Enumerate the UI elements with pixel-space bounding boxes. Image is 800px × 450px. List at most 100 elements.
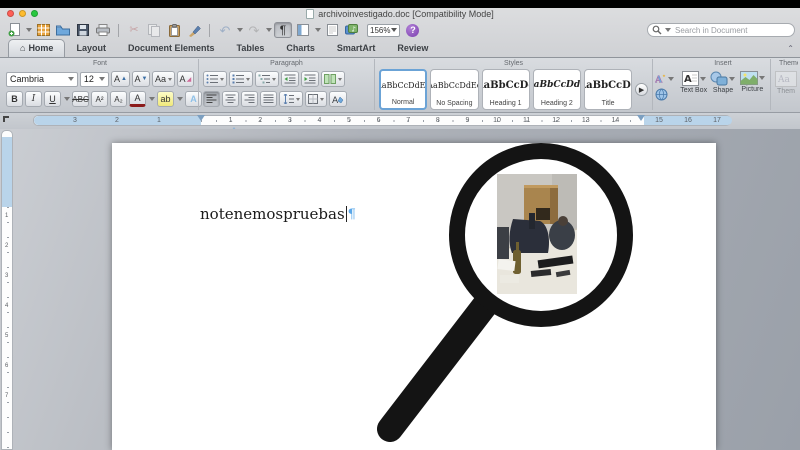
insert-text-box-button[interactable]: A Text Box bbox=[680, 71, 707, 94]
styles-more-button[interactable]: ▶ bbox=[635, 83, 648, 96]
ribbon-collapse-chevron[interactable]: ⌃ bbox=[787, 44, 794, 53]
underline-button[interactable]: U bbox=[44, 91, 61, 107]
tab-label: Document Elements bbox=[128, 43, 215, 53]
tab-smartart[interactable]: SmartArt bbox=[326, 40, 387, 57]
columns-button[interactable] bbox=[321, 71, 345, 87]
multilevel-list-button[interactable] bbox=[255, 71, 279, 87]
media-browser-button[interactable]: ♪ bbox=[343, 22, 361, 38]
line-spacing-button[interactable] bbox=[279, 91, 303, 107]
style-sample: AaBbCcDdEe bbox=[431, 70, 477, 100]
svg-text:A: A bbox=[332, 96, 339, 105]
ruler-number: 11 bbox=[523, 117, 530, 124]
print-button[interactable] bbox=[94, 22, 112, 38]
cut-button[interactable]: ✂ bbox=[125, 22, 143, 38]
style-name: Title bbox=[585, 100, 631, 109]
undo-dropdown[interactable] bbox=[237, 28, 243, 32]
wordart-button[interactable]: A bbox=[655, 73, 674, 85]
copy-icon bbox=[148, 24, 160, 37]
change-case-button[interactable]: Aa bbox=[152, 71, 174, 87]
strikethrough-button[interactable]: ABC bbox=[72, 91, 89, 107]
subscript-button[interactable]: A₂ bbox=[110, 91, 127, 107]
themes-button[interactable]: Aa Them bbox=[775, 71, 797, 95]
tab-layout[interactable]: Layout bbox=[65, 40, 117, 57]
tab-charts[interactable]: Charts bbox=[275, 40, 326, 57]
font-color-button[interactable]: A bbox=[129, 91, 146, 107]
page-layout-button[interactable] bbox=[323, 22, 341, 38]
redo-dropdown[interactable] bbox=[266, 28, 272, 32]
paste-clipboard-icon bbox=[169, 24, 180, 37]
manage-styles-button[interactable] bbox=[655, 88, 674, 106]
tab-review[interactable]: Review bbox=[386, 40, 439, 57]
minimize-window-button[interactable] bbox=[19, 10, 26, 17]
insert-picture-button[interactable]: Picture bbox=[739, 71, 766, 93]
insert-group-label: Insert bbox=[676, 60, 770, 67]
underline-dropdown[interactable] bbox=[64, 97, 70, 101]
font-size-select[interactable]: 12 bbox=[80, 72, 109, 87]
paste-button[interactable] bbox=[165, 22, 183, 38]
numbered-list-button[interactable] bbox=[229, 71, 253, 87]
new-document-dropdown[interactable] bbox=[26, 28, 32, 32]
format-painter-button[interactable] bbox=[185, 22, 203, 38]
style-heading-1[interactable]: AaBbCcDd Heading 1 bbox=[482, 69, 530, 110]
grow-font-button[interactable]: A▲ bbox=[111, 71, 130, 87]
sidebar-view-dropdown[interactable] bbox=[315, 28, 321, 32]
font-color-dropdown[interactable] bbox=[149, 97, 155, 101]
italic-button[interactable]: I bbox=[25, 91, 42, 107]
shading-button[interactable]: A bbox=[329, 91, 347, 107]
style-no-spacing[interactable]: AaBbCcDdEe No Spacing bbox=[430, 69, 478, 110]
search-input[interactable] bbox=[673, 25, 790, 36]
highlight-dropdown[interactable] bbox=[177, 97, 183, 101]
font-group-label: Font bbox=[2, 60, 198, 67]
search-box[interactable] bbox=[647, 23, 795, 37]
clear-formatting-button[interactable]: A◢ bbox=[177, 71, 194, 87]
shrink-font-button[interactable]: A▼ bbox=[132, 71, 151, 87]
undo-button[interactable]: ↶ bbox=[216, 22, 234, 38]
decrease-indent-button[interactable] bbox=[281, 71, 299, 87]
style-normal[interactable]: AaBbCcDdEe Normal bbox=[379, 69, 427, 110]
insert-shape-button[interactable]: Shape bbox=[709, 71, 736, 94]
wordart-icon: A bbox=[655, 73, 667, 85]
zoom-window-button[interactable] bbox=[31, 10, 38, 17]
ruler-number: 6 bbox=[377, 117, 381, 124]
copy-button[interactable] bbox=[145, 22, 163, 38]
align-center-button[interactable] bbox=[222, 91, 239, 107]
justify-icon bbox=[263, 94, 274, 104]
style-title[interactable]: AaBbCcDd Title bbox=[584, 69, 632, 110]
font-family-select[interactable]: Cambria bbox=[6, 72, 78, 87]
style-heading-2[interactable]: AaBbCcDdE Heading 2 bbox=[533, 69, 581, 110]
bold-button[interactable]: B bbox=[6, 91, 23, 107]
help-button[interactable]: ? bbox=[406, 24, 419, 37]
superscript-button[interactable]: A² bbox=[91, 91, 108, 107]
tab-stop-selector[interactable] bbox=[2, 115, 12, 125]
sidebar-view-button[interactable] bbox=[294, 22, 312, 38]
tab-document-elements[interactable]: Document Elements bbox=[117, 40, 226, 57]
tab-home[interactable]: ⌂Home bbox=[8, 39, 65, 57]
align-left-button[interactable] bbox=[203, 91, 220, 107]
ruler-number: 17 bbox=[713, 117, 721, 124]
save-button[interactable] bbox=[74, 22, 92, 38]
tab-tables[interactable]: Tables bbox=[226, 40, 276, 57]
close-window-button[interactable] bbox=[7, 10, 14, 17]
align-right-button[interactable] bbox=[241, 91, 258, 107]
undo-icon: ↶ bbox=[220, 24, 231, 37]
open-button[interactable] bbox=[54, 22, 72, 38]
search-scope-dropdown[interactable] bbox=[665, 28, 671, 32]
horizontal-ruler[interactable]: 3211234567891011121314151617 bbox=[33, 115, 731, 126]
zoom-dropdown[interactable] bbox=[391, 28, 397, 32]
highlight-button[interactable]: ab bbox=[157, 91, 174, 107]
first-line-indent-marker[interactable] bbox=[197, 115, 205, 121]
justify-button[interactable] bbox=[260, 91, 277, 107]
magnifier-clipart[interactable] bbox=[0, 129, 800, 450]
new-document-button[interactable] bbox=[5, 22, 23, 38]
show-paragraph-marks-button[interactable]: ¶ bbox=[274, 22, 292, 38]
right-indent-marker[interactable] bbox=[637, 115, 645, 121]
tab-label: Tables bbox=[237, 43, 265, 53]
elements-gallery-button[interactable] bbox=[34, 22, 52, 38]
bullet-list-button[interactable] bbox=[203, 71, 227, 87]
redo-button[interactable]: ↷ bbox=[245, 22, 263, 38]
window-chrome: archivoinvestigado.doc [Compatibility Mo… bbox=[0, 8, 800, 129]
line-spacing-icon bbox=[282, 94, 294, 104]
increase-indent-button[interactable] bbox=[301, 71, 319, 87]
zoom-control[interactable]: 156% bbox=[367, 24, 400, 37]
borders-button[interactable] bbox=[305, 91, 327, 107]
